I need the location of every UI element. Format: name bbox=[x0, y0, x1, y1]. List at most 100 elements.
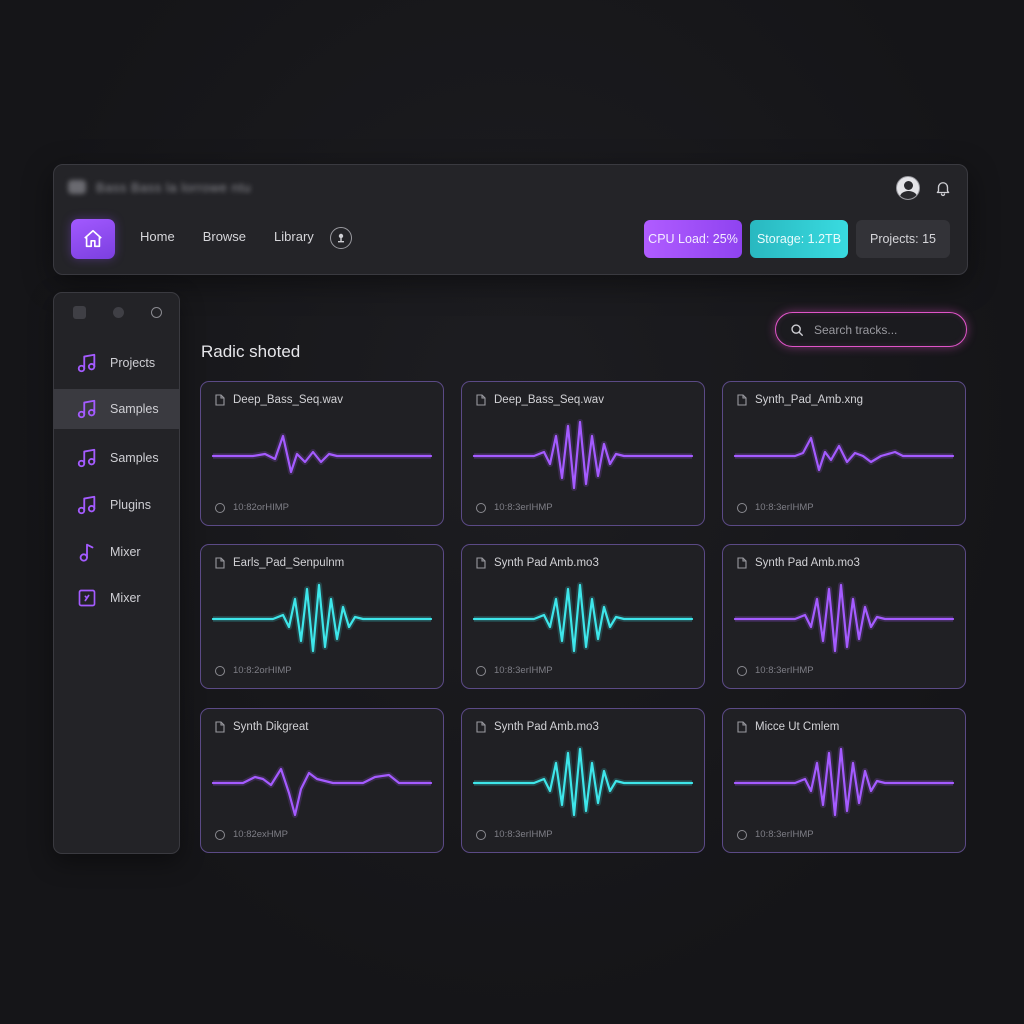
sidebar-item-mixer-2[interactable]: Mixer bbox=[54, 578, 179, 618]
track-card[interactable]: Synth_Pad_Amb.xng 10:8:3erIHMP bbox=[722, 381, 966, 526]
track-card-header: Earls_Pad_Senpulnm bbox=[215, 557, 344, 569]
user-avatar-icon[interactable] bbox=[896, 176, 920, 200]
track-card-header: Deep_Bass_Seq.wav bbox=[215, 394, 343, 406]
track-meta: 10:82exHMP bbox=[233, 829, 288, 840]
account-icon[interactable] bbox=[330, 227, 352, 249]
file-icon bbox=[215, 557, 225, 569]
minimize-control-icon[interactable] bbox=[73, 306, 86, 319]
track-meta: 10:8:3erIHMP bbox=[494, 502, 553, 513]
track-card[interactable]: Earls_Pad_Senpulnm 10:8:2orHIMP bbox=[200, 544, 444, 689]
app-logo-icon bbox=[68, 180, 86, 194]
nav-library[interactable]: Library bbox=[274, 229, 314, 244]
waveform bbox=[472, 419, 694, 491]
waveform bbox=[211, 582, 433, 654]
clock-icon bbox=[215, 829, 225, 840]
file-icon bbox=[215, 721, 225, 733]
waveform-glow bbox=[213, 766, 431, 818]
file-icon bbox=[737, 557, 747, 569]
mixer-box-icon bbox=[76, 587, 98, 609]
track-meta: 10:8:3erIHMP bbox=[494, 665, 553, 676]
music-note-icon bbox=[76, 494, 98, 516]
file-icon bbox=[215, 394, 225, 406]
main-nav: Home Browse Library bbox=[140, 229, 342, 244]
track-card-footer: 10:82orHIMP bbox=[215, 502, 289, 513]
track-card-footer: 10:8:3erIHMP bbox=[737, 502, 814, 513]
close-control-icon[interactable] bbox=[151, 307, 162, 318]
track-card[interactable]: Micce Ut Cmlem 10:8:3erIHMP bbox=[722, 708, 966, 853]
track-card-footer: 10:8:3erIHMP bbox=[476, 665, 553, 676]
track-card[interactable]: Deep_Bass_Seq.wav 10:82orHIMP bbox=[200, 381, 444, 526]
waveform bbox=[733, 746, 955, 818]
projects-badge: Projects: 15 bbox=[856, 220, 950, 258]
track-name: Synth Pad Amb.mo3 bbox=[755, 557, 860, 569]
track-card[interactable]: Deep_Bass_Seq.wav 10:8:3erIHMP bbox=[461, 381, 705, 526]
window-title-text: Bass Bass la lorrowe ntu bbox=[96, 179, 252, 195]
app-frame: Bass Bass la lorrowe ntu Home Browse Lib… bbox=[0, 0, 1024, 1024]
sidebar-item-label: Samples bbox=[110, 402, 159, 416]
maximize-control-icon[interactable] bbox=[113, 307, 124, 318]
file-icon bbox=[476, 557, 486, 569]
search-input[interactable] bbox=[812, 321, 956, 338]
waveform-line bbox=[211, 767, 433, 817]
track-card-header: Deep_Bass_Seq.wav bbox=[476, 394, 604, 406]
track-card-header: Synth_Pad_Amb.xng bbox=[737, 394, 863, 406]
file-icon bbox=[737, 721, 747, 733]
clock-icon bbox=[737, 665, 747, 676]
track-card-footer: 10:82exHMP bbox=[215, 829, 288, 840]
waveform-glow bbox=[213, 433, 431, 475]
track-name: Deep_Bass_Seq.wav bbox=[494, 394, 604, 406]
window-title: Bass Bass la lorrowe ntu bbox=[68, 178, 251, 196]
storage-badge: Storage: 1.2TB bbox=[750, 220, 848, 258]
sidebar-item-samples[interactable]: Samples bbox=[54, 389, 179, 429]
track-name: Synth Dikgreat bbox=[233, 721, 309, 733]
top-right-icons bbox=[896, 176, 952, 200]
track-card[interactable]: Synth Pad Amb.mo3 10:8:3erIHMP bbox=[722, 544, 966, 689]
clock-icon bbox=[737, 829, 747, 840]
file-icon bbox=[476, 394, 486, 406]
clock-icon bbox=[476, 502, 486, 513]
track-card-footer: 10:8:3erIHMP bbox=[737, 665, 814, 676]
track-card-footer: 10:8:2orHIMP bbox=[215, 665, 292, 676]
track-name: Micce Ut Cmlem bbox=[755, 721, 840, 733]
waveform bbox=[733, 582, 955, 654]
home-button[interactable] bbox=[71, 219, 115, 259]
track-card[interactable]: Synth Pad Amb.mo3 10:8:3erIHMP bbox=[461, 708, 705, 853]
sidebar-item-label: Plugins bbox=[110, 498, 151, 512]
track-meta: 10:8:2orHIMP bbox=[233, 665, 292, 676]
sidebar-item-plugins[interactable]: Plugins bbox=[54, 485, 179, 525]
track-card-footer: 10:8:3erIHMP bbox=[476, 829, 553, 840]
track-card[interactable]: Synth Dikgreat 10:82exHMP bbox=[200, 708, 444, 853]
sidebar-item-projects[interactable]: Projects bbox=[54, 343, 179, 383]
clock-icon bbox=[215, 665, 225, 676]
music-note-icon bbox=[76, 352, 98, 374]
track-name: Earls_Pad_Senpulnm bbox=[233, 557, 345, 569]
track-name: Synth Pad Amb.mo3 bbox=[494, 557, 599, 569]
sidebar-item-label: Projects bbox=[110, 356, 156, 370]
track-name: Synth_Pad_Amb.xng bbox=[755, 394, 864, 406]
sidebar-item-label: Mixer bbox=[110, 591, 141, 605]
nav-home[interactable]: Home bbox=[140, 229, 175, 244]
bell-icon[interactable] bbox=[934, 179, 952, 197]
track-meta: 10:82orHIMP bbox=[233, 502, 289, 513]
sidebar-item-label: Mixer bbox=[110, 545, 141, 559]
waveform bbox=[211, 433, 433, 475]
sidebar-item-samples-2[interactable]: Samples bbox=[54, 438, 179, 478]
search-icon bbox=[790, 323, 804, 337]
section-title: Radic shoted bbox=[201, 342, 301, 361]
track-meta: 10:8:3erIHMP bbox=[755, 829, 814, 840]
track-meta: 10:8:3erIHMP bbox=[494, 829, 553, 840]
track-meta: 10:8:3erIHMP bbox=[755, 502, 814, 513]
sidebar-window-controls bbox=[73, 306, 162, 319]
sidebar-item-mixer[interactable]: Mixer bbox=[54, 532, 179, 572]
track-name: Synth Pad Amb.mo3 bbox=[494, 721, 599, 733]
track-card[interactable]: Synth Pad Amb.mo3 10:8:3erIHMP bbox=[461, 544, 705, 689]
single-note-icon bbox=[76, 541, 98, 563]
track-card-footer: 10:8:3erIHMP bbox=[476, 502, 553, 513]
nav-browse[interactable]: Browse bbox=[203, 229, 246, 244]
clock-icon bbox=[476, 665, 486, 676]
search-bar[interactable] bbox=[775, 312, 967, 347]
clock-icon bbox=[476, 829, 486, 840]
home-icon bbox=[84, 229, 102, 248]
music-note-icon bbox=[76, 398, 98, 420]
waveform bbox=[733, 435, 955, 473]
